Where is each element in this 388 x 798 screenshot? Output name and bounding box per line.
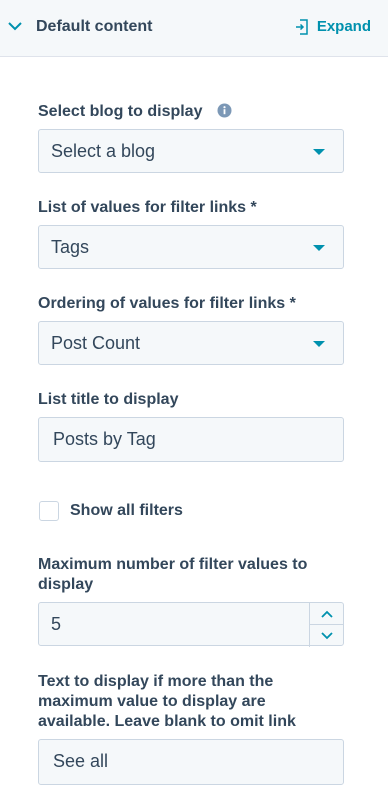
list-title-input[interactable]: Posts by Tag: [38, 417, 344, 462]
blog-select-label-text: Select blog to display: [38, 103, 203, 120]
filter-values-value: Tags: [51, 237, 90, 257]
section-header[interactable]: Default content Expand: [0, 0, 388, 57]
see-all-label-line1: Text to display if more than the: [38, 673, 274, 690]
caret-down-icon: [313, 245, 325, 251]
blog-select-value: Select a blog: [51, 141, 156, 161]
caret-down-icon: [313, 341, 325, 347]
chevron-up-icon: [320, 610, 333, 618]
chevron-down-icon[interactable]: [8, 21, 22, 31]
show-all-filters-label[interactable]: Show all filters: [70, 502, 183, 520]
list-title-value: Posts by Tag: [53, 429, 156, 449]
expand-label: Expand: [316, 18, 371, 35]
expand-button[interactable]: Expand: [295, 18, 371, 35]
ordering-label: Ordering of values for filter links *: [38, 295, 296, 312]
max-values-label-line1: Maximum number of filter values to: [38, 556, 308, 573]
see-all-label-line3: available. Leave blank to omit link: [38, 713, 296, 730]
blog-select-dropdown[interactable]: Select a blog: [38, 129, 344, 173]
see-all-label: Text to display if more than the maximum…: [38, 672, 296, 732]
chevron-down-icon: [320, 631, 333, 639]
see-all-label-line2: maximum value to display are: [38, 693, 266, 710]
stepper-controls: [309, 603, 343, 647]
ordering-dropdown[interactable]: Post Count: [38, 321, 344, 365]
filter-values-label: List of values for filter links *: [38, 199, 257, 216]
decrement-button[interactable]: [310, 625, 343, 646]
see-all-value: See all: [53, 751, 109, 771]
filter-values-dropdown[interactable]: Tags: [38, 225, 344, 269]
ordering-value: Post Count: [51, 333, 141, 353]
increment-button[interactable]: [310, 603, 343, 625]
max-values-value: 5: [51, 614, 62, 634]
max-values-label: Maximum number of filter values to displ…: [38, 555, 307, 595]
max-values-stepper[interactable]: 5: [38, 602, 344, 647]
expand-icon: [295, 18, 308, 35]
caret-down-icon: [313, 149, 325, 155]
blog-select-label: Select blog to display: [38, 102, 232, 122]
max-values-label-line2: display: [38, 576, 94, 593]
see-all-input[interactable]: See all: [38, 739, 344, 785]
section-title: Default content: [36, 18, 153, 35]
list-title-label: List title to display: [38, 391, 179, 408]
info-icon[interactable]: [217, 103, 232, 118]
show-all-filters-checkbox[interactable]: [39, 501, 59, 521]
